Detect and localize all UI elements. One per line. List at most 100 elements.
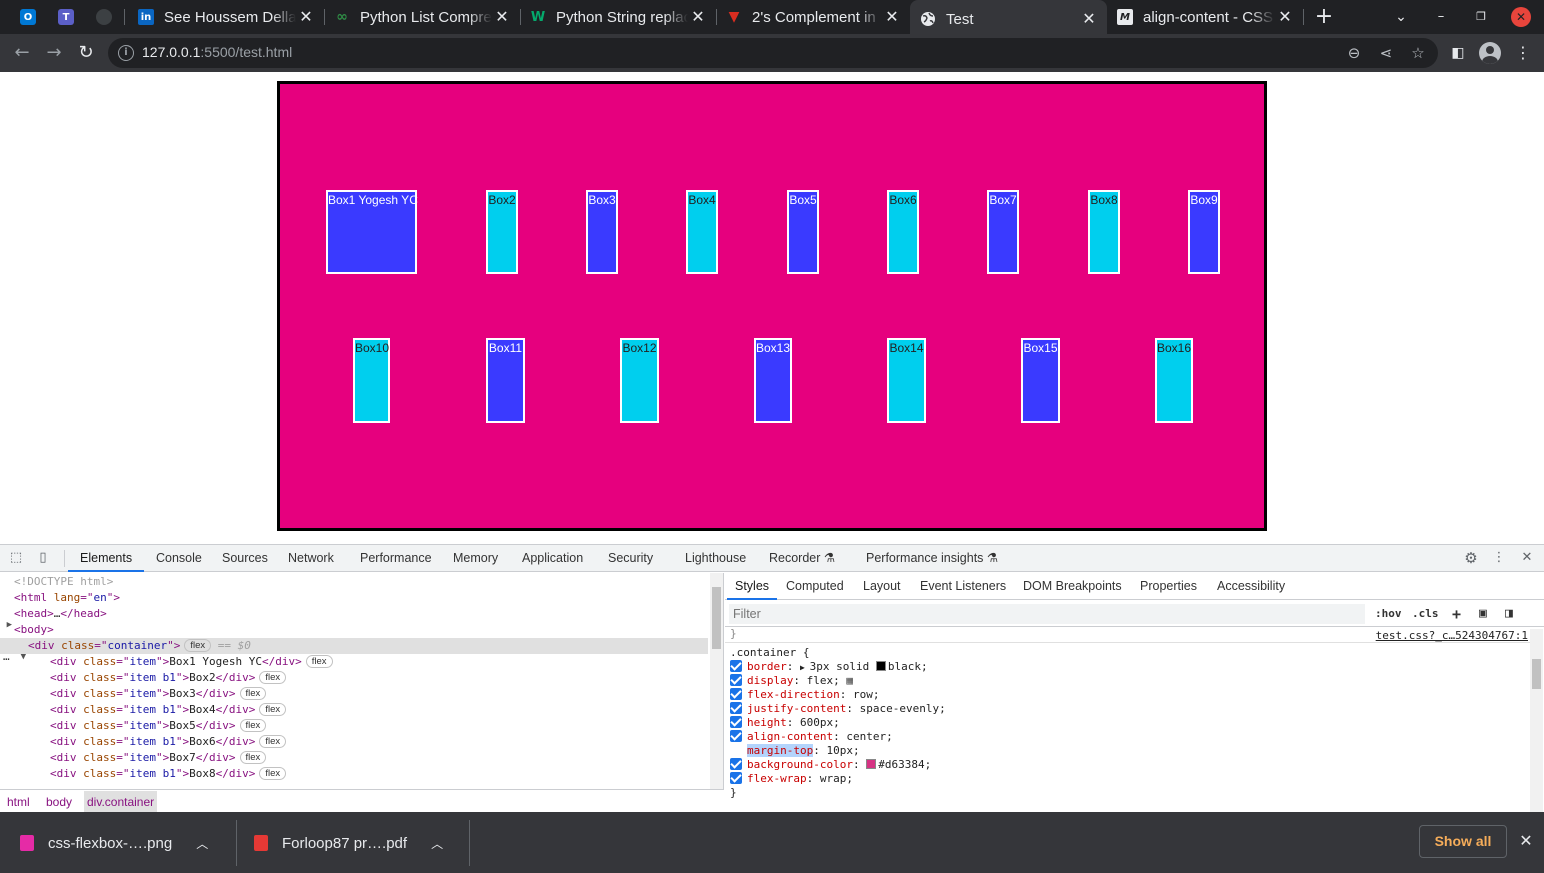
dom-node[interactable]: <div class="item">Box7</div> flex — [0, 750, 708, 766]
dom-node[interactable]: ▶ <head>…</head> — [0, 606, 708, 630]
property-name[interactable]: flex-wrap — [747, 772, 807, 785]
dom-node[interactable]: <div class="item b1">Box8</div> flex — [0, 766, 708, 782]
styles-tab-computed[interactable]: Computed — [786, 573, 844, 600]
side-panel-icon[interactable]: ◧ — [1447, 42, 1469, 64]
style-declaration-align-content[interactable]: align-content: center; — [730, 730, 893, 744]
devtools-more-icon[interactable]: ⋮ — [1490, 549, 1508, 567]
devtools-tab-sources[interactable]: Sources — [222, 545, 268, 572]
menu-kebab-icon[interactable]: ⋮ — [1512, 42, 1534, 64]
inspect-element-icon[interactable]: ⬚ — [7, 549, 25, 567]
dom-node[interactable]: <div class="item b1">Box2</div> flex — [0, 670, 708, 686]
flex-badge[interactable]: flex — [239, 687, 267, 700]
devtools-close-icon[interactable]: ✕ — [1518, 549, 1536, 567]
computed-styles-toggle-icon[interactable]: ▣ — [1479, 605, 1487, 623]
share-icon[interactable]: ⋖ — [1376, 43, 1396, 63]
close-download-bar-icon[interactable]: ✕ — [1516, 830, 1536, 852]
devtools-tab-console[interactable]: Console — [156, 545, 202, 572]
styles-tab-dom-breakpoints[interactable]: DOM Breakpoints — [1023, 573, 1122, 600]
scrollbar-thumb[interactable] — [1532, 659, 1541, 689]
declaration-checkbox[interactable] — [730, 730, 742, 742]
chevron-up-icon[interactable]: ︿ — [196, 835, 208, 852]
tab-test-active[interactable]: Test ✕ — [910, 0, 1107, 38]
chevron-up-icon[interactable]: ︿ — [431, 835, 443, 852]
property-value[interactable]: wrap; — [820, 772, 853, 785]
dom-node[interactable]: <div class="item">Box1 Yogesh YC</div> fl… — [0, 654, 708, 670]
style-declaration-margin-top[interactable]: margin-top: 10px; — [730, 744, 860, 758]
pinned-tab-teams[interactable]: T — [50, 4, 82, 30]
zoom-icon[interactable]: ⊖ — [1344, 43, 1364, 63]
color-swatch[interactable] — [875, 661, 886, 671]
back-icon[interactable]: ← — [10, 41, 34, 65]
devtools-tab-network[interactable]: Network — [288, 545, 334, 572]
pinned-tab-github[interactable] — [88, 4, 120, 30]
property-value[interactable]: black; — [888, 660, 928, 673]
close-tab-icon[interactable]: ✕ — [1079, 9, 1099, 29]
dom-node-selected[interactable]: … ▼ <div class="container"> flex == $0 — [0, 638, 708, 663]
flexbox-editor-icon[interactable]: ▦ — [840, 674, 853, 687]
flex-badge[interactable]: flex — [305, 655, 333, 668]
bookmark-star-icon[interactable]: ☆ — [1408, 43, 1428, 63]
property-value[interactable]: flex; — [807, 674, 840, 687]
dom-node[interactable]: <div class="item b1">Box6</div> flex — [0, 734, 708, 750]
download-item-png[interactable]: css-flexbox-….png ︿ — [20, 820, 236, 866]
tab-linkedin[interactable]: in See Houssem Dellai ✕ — [128, 0, 324, 34]
flex-badge[interactable]: flex — [259, 671, 287, 684]
rule-selector[interactable]: .container { — [730, 646, 809, 660]
declaration-checkbox[interactable] — [730, 674, 742, 686]
declaration-checkbox[interactable] — [730, 688, 742, 700]
style-declaration-border[interactable]: border: ▶ 3px solid black; — [730, 660, 928, 674]
close-tab-icon[interactable]: ✕ — [882, 7, 902, 27]
devtools-tab-performance[interactable]: Performance — [360, 545, 432, 572]
reload-icon[interactable]: ↻ — [74, 41, 98, 65]
tab-python-string[interactable]: W Python String replace ✕ — [520, 0, 716, 34]
breadcrumb-html[interactable]: html — [4, 791, 33, 813]
dom-node[interactable]: <div class="item b1">Box4</div> flex — [0, 702, 708, 718]
property-value[interactable]: 600px; — [800, 716, 840, 729]
expand-shorthand-icon[interactable]: ▶ — [800, 663, 810, 672]
rule-source-link[interactable]: test.css?_c…524304767:1 — [1376, 629, 1528, 643]
color-swatch[interactable] — [866, 759, 877, 769]
new-tab-button[interactable]: + — [1311, 4, 1337, 30]
elements-scrollbar[interactable] — [710, 573, 723, 789]
style-declaration-background-color[interactable]: background-color: #d63384; — [730, 758, 931, 772]
close-tab-icon[interactable]: ✕ — [492, 7, 512, 27]
url-text[interactable]: 127.0.0.1:5500/test.html — [142, 44, 292, 60]
style-declaration-justify-content[interactable]: justify-content: space-evenly; — [730, 702, 946, 716]
styles-filter-input[interactable] — [729, 604, 1365, 624]
new-style-rule-icon[interactable]: + — [1452, 605, 1461, 623]
flex-badge[interactable]: flex — [259, 703, 287, 716]
devtools-tab-security[interactable]: Security — [608, 545, 653, 572]
property-value[interactable]: space-evenly; — [860, 702, 946, 715]
scrollbar-thumb[interactable] — [712, 587, 721, 649]
site-info-icon[interactable]: i — [118, 45, 134, 61]
address-bar[interactable]: i 127.0.0.1:5500/test.html ⊖ ⋖ ☆ — [108, 38, 1438, 68]
breadcrumb-div-container[interactable]: div.container — [84, 791, 158, 813]
toggle-sidebar-icon[interactable]: ◨ — [1505, 605, 1513, 623]
tab-align-content[interactable]: M align-content - CSS ✕ — [1107, 0, 1303, 34]
property-value[interactable]: #d63384; — [878, 758, 931, 771]
dom-node[interactable]: <html lang="en"> — [0, 590, 708, 606]
tab-search-icon[interactable]: ⌄ — [1391, 7, 1411, 27]
device-toolbar-icon[interactable]: ▯ — [34, 549, 52, 567]
dom-node[interactable]: ▼<body> — [0, 622, 708, 646]
styles-tab-styles[interactable]: Styles — [727, 573, 778, 600]
property-name[interactable]: border — [747, 660, 787, 673]
devtools-tab-memory[interactable]: Memory — [453, 545, 498, 572]
show-all-button[interactable]: Show all — [1419, 825, 1507, 858]
devtools-tab-performance-insights[interactable]: Performance insights ⚗ — [866, 545, 998, 572]
restore-icon[interactable]: ❐ — [1471, 7, 1491, 27]
class-toggle[interactable]: .cls — [1412, 605, 1439, 623]
property-name[interactable]: height — [747, 716, 787, 729]
elements-dom-tree[interactable]: <!DOCTYPE html> <html lang="en"> ▶ <head>…<… — [0, 573, 724, 789]
property-name[interactable]: display — [747, 674, 793, 687]
breadcrumb-body[interactable]: body — [43, 791, 75, 813]
styles-tab-properties[interactable]: Properties — [1140, 573, 1197, 600]
dom-node[interactable]: <div class="item">Box3</div> flex — [0, 686, 708, 702]
flex-badge[interactable]: flex — [239, 719, 267, 732]
flex-badge[interactable]: flex — [184, 639, 212, 652]
property-value[interactable]: row; — [853, 688, 880, 701]
styles-tab-event-listeners[interactable]: Event Listeners — [920, 573, 1006, 600]
styles-scrollbar[interactable] — [1530, 629, 1543, 813]
devtools-tab-application[interactable]: Application — [522, 545, 583, 572]
devtools-tab-recorder[interactable]: Recorder ⚗ — [769, 545, 835, 572]
